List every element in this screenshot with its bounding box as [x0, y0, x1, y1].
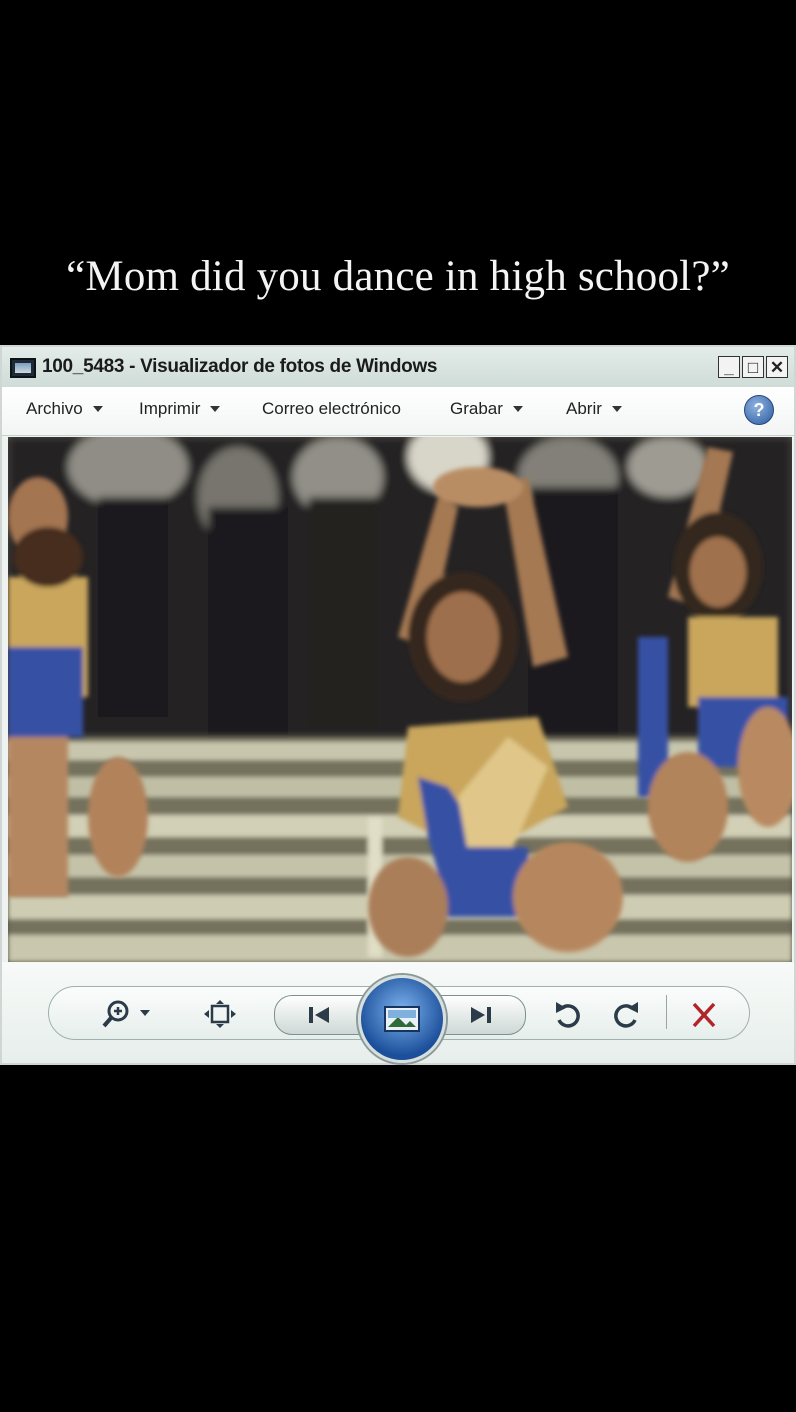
caption-text: “Mom did you dance in high school?”: [66, 253, 730, 300]
rotate-left-icon[interactable]: [550, 998, 586, 1032]
rotate-right-icon[interactable]: [608, 998, 644, 1032]
menu-imprimir-label: Imprimir: [139, 399, 201, 418]
chevron-down-icon: [512, 406, 523, 412]
menu-grabar[interactable]: Grabar: [450, 399, 523, 419]
previous-icon: [309, 1007, 329, 1023]
slideshow-icon: [384, 1006, 420, 1032]
window-title: 100_5483 - Visualizador de fotos de Wind…: [42, 356, 438, 377]
chevron-down-icon: [210, 406, 221, 412]
menu-abrir-label: Abrir: [566, 399, 602, 418]
menu-archivo-label: Archivo: [26, 399, 83, 418]
delete-icon[interactable]: [686, 998, 722, 1032]
title-bar[interactable]: 100_5483 - Visualizador de fotos de Wind…: [2, 347, 794, 388]
zoom-icon[interactable]: [98, 998, 158, 1030]
menu-archivo[interactable]: Archivo: [26, 399, 103, 419]
slideshow-button[interactable]: [358, 975, 446, 1063]
help-icon[interactable]: ?: [744, 395, 774, 425]
photo-display: [8, 437, 792, 962]
chevron-down-icon: [611, 406, 622, 412]
menu-grabar-label: Grabar: [450, 399, 503, 418]
photo-content: [8, 437, 792, 962]
menu-imprimir[interactable]: Imprimir: [139, 399, 221, 419]
menu-correo[interactable]: Correo electrónico: [262, 399, 401, 419]
chevron-down-icon: [92, 406, 103, 412]
minimize-button[interactable]: _: [718, 356, 740, 378]
menu-bar: Archivo Imprimir Correo electrónico Grab…: [2, 387, 794, 436]
menu-correo-label: Correo electrónico: [262, 399, 401, 418]
divider: [666, 995, 667, 1029]
previous-button[interactable]: [274, 995, 366, 1035]
close-button[interactable]: ✕: [766, 356, 788, 378]
next-button[interactable]: [434, 995, 526, 1035]
next-icon: [471, 1007, 491, 1023]
app-icon: [10, 358, 36, 378]
maximize-button[interactable]: □: [742, 356, 764, 378]
photo-viewer-window: 100_5483 - Visualizador de fotos de Wind…: [0, 345, 796, 1065]
fit-window-icon[interactable]: [200, 998, 240, 1030]
menu-abrir[interactable]: Abrir: [566, 399, 622, 419]
